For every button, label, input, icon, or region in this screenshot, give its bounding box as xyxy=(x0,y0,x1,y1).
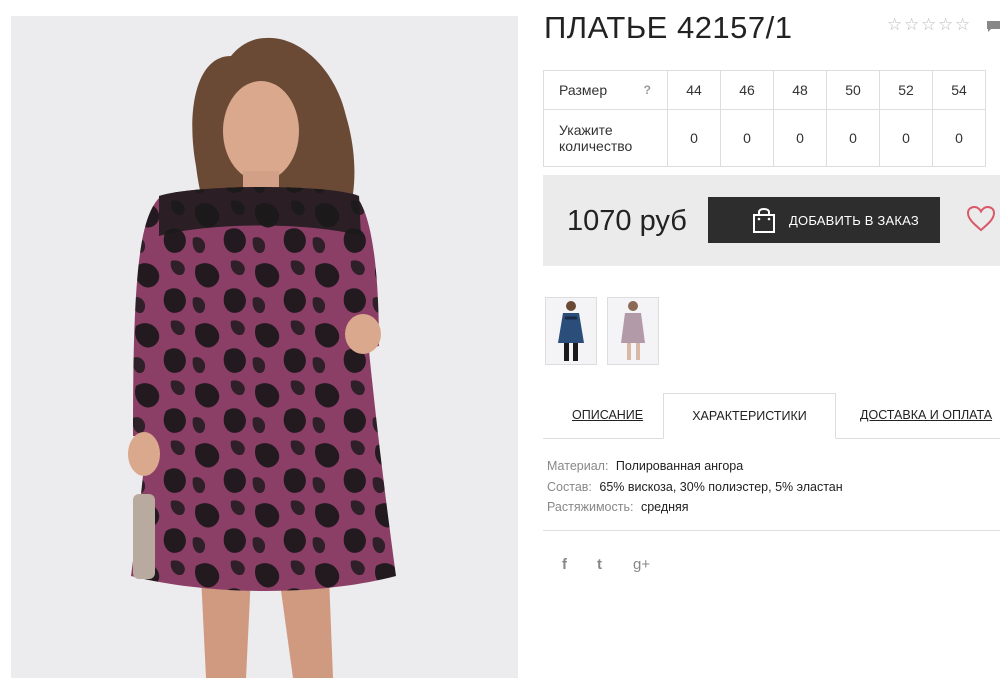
quantity-input[interactable]: 0 xyxy=(826,109,880,167)
size-row: Размер ? 44 46 48 50 52 54 xyxy=(543,70,986,110)
spec-value: средняя xyxy=(640,500,689,514)
size-cell: 52 xyxy=(879,70,933,110)
product-main-image[interactable] xyxy=(11,16,518,678)
product-specs: Материал: Полированная ангора Состав: 65… xyxy=(547,456,843,518)
quantity-input[interactable]: 0 xyxy=(773,109,827,167)
star-outline-icon[interactable]: ☆ xyxy=(938,16,954,33)
thumbnail-image xyxy=(558,301,584,361)
spec-row: Растяжимость: средняя xyxy=(547,497,843,518)
size-row-header: Размер ? xyxy=(543,70,668,110)
size-cell: 44 xyxy=(667,70,721,110)
tab-delivery-payment-label: ДОСТАВКА И ОПЛАТА xyxy=(860,408,993,422)
quantity-input[interactable]: 0 xyxy=(720,109,774,167)
googleplus-icon[interactable]: g+ xyxy=(633,556,650,573)
size-cell: 50 xyxy=(826,70,880,110)
star-outline-icon[interactable]: ☆ xyxy=(921,16,937,33)
spec-value: Полированная ангора xyxy=(615,459,744,473)
tab-description[interactable]: ОПИСАНИЕ xyxy=(572,393,643,437)
twitter-icon[interactable]: t xyxy=(597,556,602,573)
thumbnail-image xyxy=(621,301,645,360)
thumbnail-blue-dress[interactable] xyxy=(545,297,597,365)
star-outline-icon[interactable]: ☆ xyxy=(904,16,920,33)
quantity-label: Укажите количество xyxy=(543,109,668,167)
product-tabs: ОПИСАНИЕ ХАРАКТЕРИСТИКИ ДОСТАВКА И ОПЛАТ… xyxy=(543,393,1000,439)
product-price: 1070 руб xyxy=(567,205,687,237)
tab-characteristics[interactable]: ХАРАКТЕРИСТИКИ xyxy=(663,393,836,439)
star-outline-icon[interactable]: ☆ xyxy=(887,16,903,33)
quantity-input[interactable]: 0 xyxy=(932,109,986,167)
size-label: Размер xyxy=(559,82,608,98)
size-cell: 54 xyxy=(932,70,986,110)
spec-key: Материал: xyxy=(547,459,609,473)
add-to-order-button[interactable]: ДОБАВИТЬ В ЗАКАЗ xyxy=(708,197,940,243)
spec-key: Растяжимость: xyxy=(547,500,634,514)
comment-icon[interactable] xyxy=(986,20,1000,32)
tab-delivery-payment[interactable]: ДОСТАВКА И ОПЛАТА xyxy=(860,393,992,437)
spec-row: Состав: 65% вискоза, 30% полиэстер, 5% э… xyxy=(547,477,843,498)
quantity-row: Укажите количество 0 0 0 0 0 0 xyxy=(543,109,986,167)
size-cell: 48 xyxy=(773,70,827,110)
size-cell: 46 xyxy=(720,70,774,110)
thumbnail-purple-dress[interactable] xyxy=(607,297,659,365)
heart-icon[interactable] xyxy=(966,205,996,233)
facebook-icon[interactable]: f xyxy=(562,556,567,573)
size-quantity-table: Размер ? 44 46 48 50 52 54 Укажите колич… xyxy=(543,70,986,167)
spec-row: Материал: Полированная ангора xyxy=(547,456,843,477)
divider xyxy=(543,530,1000,531)
tab-characteristics-label: ХАРАКТЕРИСТИКИ xyxy=(692,409,807,423)
size-help-icon[interactable]: ? xyxy=(644,83,651,97)
shopping-bag-icon xyxy=(753,208,775,233)
spec-key: Состав: xyxy=(547,479,592,494)
tab-description-label: ОПИСАНИЕ xyxy=(572,408,644,422)
product-title: ПЛАТЬЕ 42157/1 xyxy=(544,10,793,45)
rating-stars[interactable]: ☆ ☆ ☆ ☆ ☆ xyxy=(887,16,971,33)
price-bar: 1070 руб ДОБАВИТЬ В ЗАКАЗ xyxy=(543,175,1000,266)
quantity-input[interactable]: 0 xyxy=(879,109,933,167)
quantity-input[interactable]: 0 xyxy=(667,109,721,167)
spec-value: 65% вискоза, 30% полиэстер, 5% эластан xyxy=(599,479,843,494)
add-to-order-label: ДОБАВИТЬ В ЗАКАЗ xyxy=(789,213,919,228)
star-outline-icon[interactable]: ☆ xyxy=(955,16,971,33)
dress-model-illustration xyxy=(128,37,396,678)
